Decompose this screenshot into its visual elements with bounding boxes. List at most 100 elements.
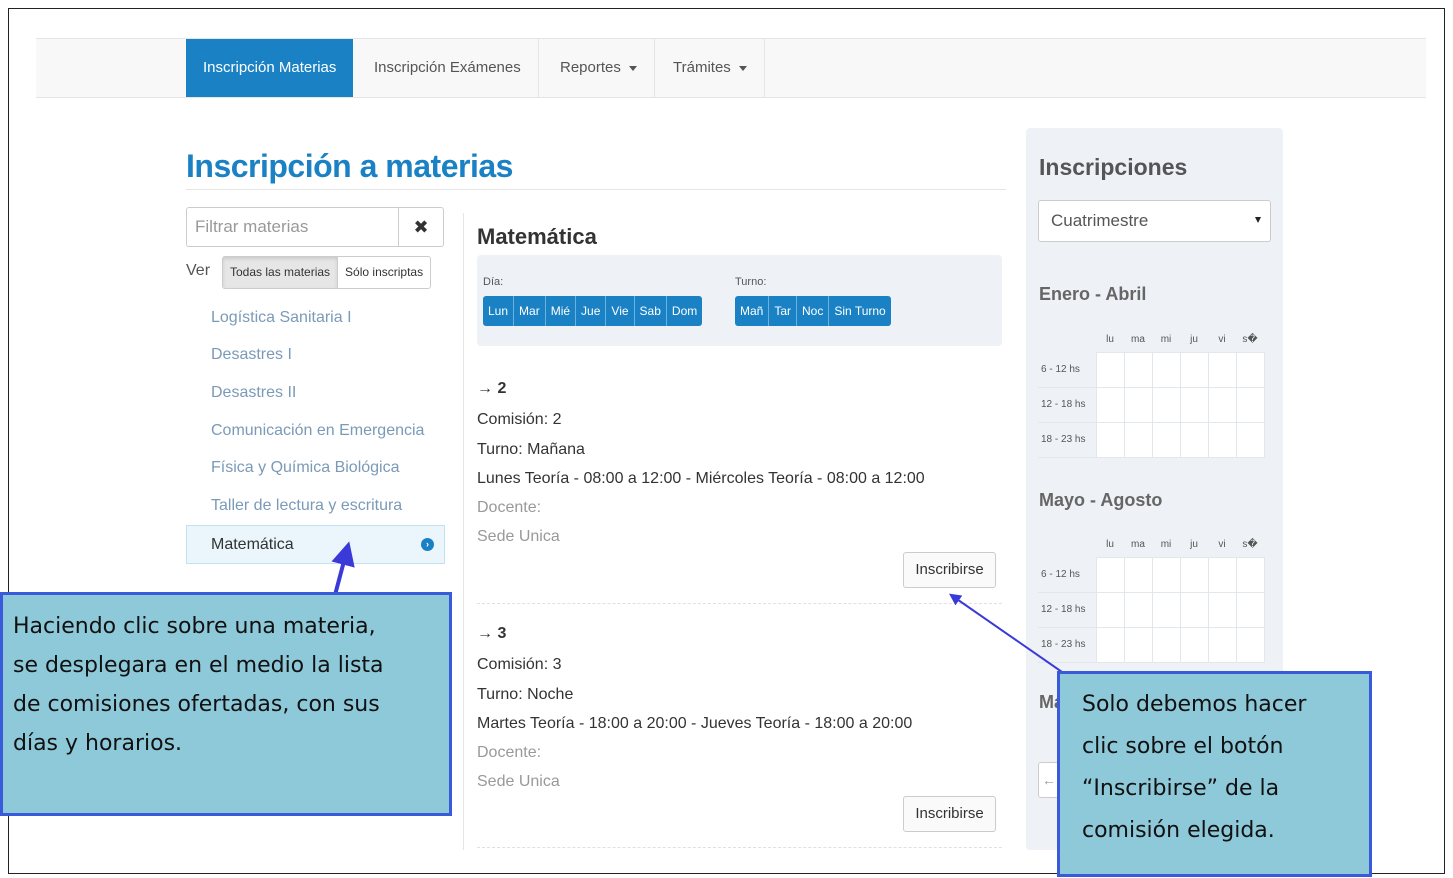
commission-separator — [477, 847, 1002, 848]
nav-label: Inscripción Materias — [203, 59, 337, 76]
nav-label: Reportes — [560, 59, 621, 76]
schedule-row: 6 - 12 hs — [1038, 556, 1265, 593]
time-slot-label: 18 - 23 hs — [1038, 627, 1096, 663]
commission-schedule: Lunes Teoría - 08:00 a 12:00 - Miércoles… — [477, 470, 925, 487]
subject-link[interactable]: Comunicación en Emergencia — [211, 422, 424, 440]
commission-location: Sede Unica — [477, 773, 560, 790]
commission-heading: → 2 — [477, 380, 507, 397]
chevron-right-icon: › — [421, 538, 434, 551]
schedule-row: 6 - 12 hs — [1038, 351, 1265, 388]
day-header: s� — [1242, 334, 1258, 346]
commission-number: Comisión: 2 — [477, 411, 562, 428]
view-toggle-group: Todas las materias Sólo inscriptas — [222, 256, 432, 289]
schedule-row: 12 - 18 hs — [1038, 386, 1265, 423]
period-heading: Mayo - Agosto — [1039, 490, 1163, 510]
subject-link[interactable]: Desastres II — [211, 384, 296, 402]
subject-link[interactable]: Logística Sanitaria I — [211, 309, 352, 327]
day-header: lu — [1106, 539, 1114, 551]
callout-line: Solo debemos hacer — [1082, 692, 1307, 717]
callout-line: se desplegara en el medio la lista — [13, 653, 384, 678]
view-all-subjects-button[interactable]: Todas las materias — [223, 257, 339, 288]
day-filter-mar[interactable]: Mar — [514, 296, 546, 326]
corner-cell — [1038, 328, 1096, 352]
shift-filter-group: Mañ Tar Noc Sin Turno — [735, 296, 891, 326]
subject-label: Matemática — [211, 536, 294, 553]
day-header: mi — [1160, 539, 1172, 551]
close-icon: ✖ — [413, 217, 429, 237]
commission-shift: Turno: Mañana — [477, 441, 585, 458]
schedule-row: 18 - 23 hs — [1038, 626, 1265, 663]
column-divider — [463, 213, 464, 850]
day-filter-lun[interactable]: Lun — [483, 296, 515, 326]
schedule-grid: lu ma mi ju vi s� 6 - 12 hs 12 - 18 hs 1… — [1038, 328, 1265, 458]
enroll-button[interactable]: Inscribirse — [903, 552, 996, 588]
day-header: ma — [1131, 539, 1145, 551]
day-header: vi — [1218, 539, 1226, 551]
schedule-grid: lu ma mi ju vi s� 6 - 12 hs 12 - 18 hs 1… — [1038, 533, 1265, 663]
page-title: Inscripción a materias — [186, 148, 513, 184]
caret-down-icon — [1255, 217, 1261, 223]
day-filter-vie[interactable]: Vie — [606, 296, 635, 326]
clear-filter-button[interactable]: ✖ — [398, 207, 444, 247]
nav-inscripcion-examenes[interactable]: Inscripción Exámenes — [357, 39, 539, 97]
schedule-header-row: lu ma mi ju vi s� — [1038, 328, 1264, 352]
day-header: mi — [1160, 334, 1172, 346]
callout-line: Haciendo clic sobre una materia, — [13, 614, 376, 639]
time-slot-label: 12 - 18 hs — [1038, 387, 1096, 423]
enroll-button[interactable]: Inscribirse — [903, 796, 996, 832]
day-filter-dom[interactable]: Dom — [666, 296, 703, 326]
day-header: lu — [1106, 334, 1114, 346]
commission-filter-panel: Día: Lun Mar Mié Jue Vie Sab Dom Turno: … — [477, 255, 1002, 346]
day-filter-jue[interactable]: Jue — [576, 296, 607, 326]
day-header: ju — [1190, 334, 1198, 346]
top-navbar: Inscripción Materias Inscripción Exámene… — [36, 38, 1426, 98]
filter-subjects-input[interactable]: Filtrar materias — [186, 207, 398, 247]
time-slot-label: 18 - 23 hs — [1038, 422, 1096, 458]
callout-line: “Inscribirse” de la — [1082, 776, 1280, 801]
callout-line: días y horarios. — [13, 731, 183, 756]
shift-filter-manana[interactable]: Mañ — [735, 296, 770, 326]
nav-tramites-dropdown[interactable]: Trámites — [656, 39, 765, 97]
day-filter-label: Día: — [483, 276, 504, 288]
shift-filter-noche[interactable]: Noc — [797, 296, 830, 326]
subject-item-selected[interactable]: Matemática › — [186, 525, 445, 564]
commission-teacher: Docente: — [477, 499, 542, 516]
callout-line: comisión elegida. — [1082, 818, 1275, 843]
period-heading: Enero - Abril — [1039, 284, 1147, 304]
subject-link[interactable]: Física y Química Biológica — [211, 459, 400, 477]
time-slot-label: 12 - 18 hs — [1038, 592, 1096, 628]
commission-heading: → 3 — [477, 625, 507, 642]
callout-line: de comisiones ofertadas, con sus — [13, 692, 380, 717]
commission-number: Comisión: 3 — [477, 656, 562, 673]
view-enrolled-only-button[interactable]: Sólo inscriptas — [338, 257, 430, 288]
caret-down-icon — [628, 65, 637, 71]
sidebar-title: Inscripciones — [1039, 154, 1188, 180]
nav-reportes-dropdown[interactable]: Reportes — [543, 39, 655, 97]
schedule-row: 18 - 23 hs — [1038, 421, 1265, 458]
title-divider — [186, 189, 1006, 190]
caret-down-icon — [738, 65, 747, 71]
shift-filter-tarde[interactable]: Tar — [769, 296, 798, 326]
day-filter-sab[interactable]: Sab — [634, 296, 667, 326]
period-select[interactable]: Cuatrimestre — [1038, 200, 1271, 242]
subject-link[interactable]: Desastres I — [211, 346, 292, 364]
callout-line: clic sobre el botón — [1082, 734, 1284, 759]
period-select-value: Cuatrimestre — [1051, 211, 1149, 230]
schedule-header-row: lu ma mi ju vi s� — [1038, 533, 1264, 557]
shift-filter-sin-turno[interactable]: Sin Turno — [829, 296, 891, 326]
schedule-row: 12 - 18 hs — [1038, 591, 1265, 628]
nav-inscripcion-materias[interactable]: Inscripción Materias — [186, 39, 354, 97]
day-header: vi — [1218, 334, 1226, 346]
time-slot-label: 6 - 12 hs — [1038, 352, 1096, 388]
commission-teacher: Docente: — [477, 744, 542, 761]
day-filter-mie[interactable]: Mié — [545, 296, 577, 326]
corner-cell — [1038, 533, 1096, 557]
day-filter-group: Lun Mar Mié Jue Vie Sab Dom — [483, 296, 703, 326]
nav-label: Inscripción Exámenes — [374, 59, 521, 76]
day-header: s� — [1242, 539, 1258, 551]
annotation-callout-right: Solo debemos hacer clic sobre el botón “… — [1057, 671, 1372, 877]
shift-filter-label: Turno: — [735, 276, 767, 288]
subject-link[interactable]: Taller de lectura y escritura — [211, 497, 402, 515]
day-header: ma — [1131, 334, 1145, 346]
commission-schedule: Martes Teoría - 18:00 a 20:00 - Jueves T… — [477, 715, 913, 732]
